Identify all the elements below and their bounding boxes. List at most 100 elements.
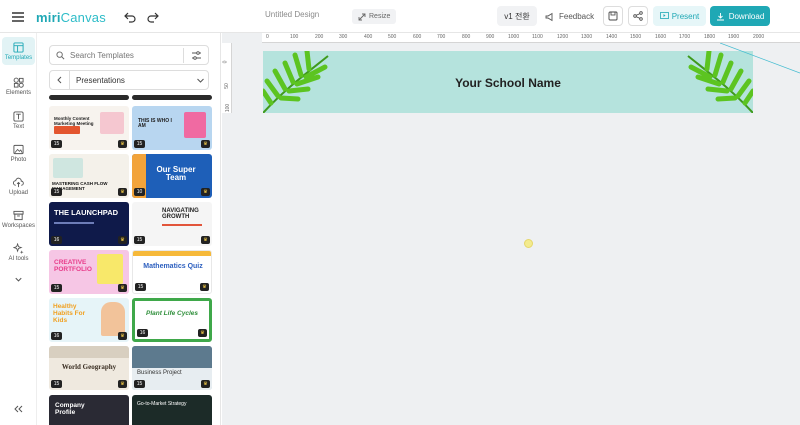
- page-count-badge: 16: [137, 329, 148, 337]
- search-box[interactable]: [49, 45, 209, 65]
- slide[interactable]: Your School Name: [263, 51, 753, 113]
- collapse-panel-icon[interactable]: [12, 402, 24, 414]
- ruler-label: 600: [413, 34, 422, 40]
- template-title: Healthy Habits For Kids: [53, 303, 86, 324]
- save-icon[interactable]: [603, 6, 623, 26]
- ruler-label: 2000: [753, 34, 765, 40]
- template-title: Company Profile: [55, 402, 85, 416]
- ruler-label: 1300: [581, 34, 593, 40]
- ruler-label: 1200: [557, 34, 569, 40]
- template-title: Mathematics Quiz: [143, 263, 203, 270]
- rail-item-label: Elements: [5, 89, 31, 96]
- filter-icon[interactable]: [191, 50, 202, 61]
- template-card-partial[interactable]: [49, 95, 129, 100]
- category-select[interactable]: Presentations: [49, 70, 209, 90]
- template-card[interactable]: Company Profile: [49, 395, 129, 425]
- ruler-label: 500: [388, 34, 397, 40]
- template-title: World Geography: [61, 363, 117, 371]
- template-panel: Presentations Monthly Content Marketing …: [37, 33, 221, 425]
- chevron-down-icon: [192, 76, 208, 85]
- menu-icon[interactable]: [9, 8, 27, 26]
- rail-item-label: Workspaces: [2, 222, 35, 229]
- crown-icon: ♛: [200, 283, 209, 291]
- rail-item-photo[interactable]: Photo: [2, 139, 35, 167]
- template-card[interactable]: Plant Life Cycles 16 ♛: [132, 298, 212, 342]
- canvas-area[interactable]: 0 100 200 300 400 500 600 700 800 900 10…: [222, 33, 800, 425]
- template-card[interactable]: CREATIVE PORTFOLIO 15 ♛: [49, 250, 129, 294]
- template-card[interactable]: Business Project 15 ♛: [132, 346, 212, 390]
- ruler-label: 1000: [508, 34, 520, 40]
- app-logo[interactable]: miri Canvas: [36, 7, 106, 27]
- template-title: Go-to-Market Strategy: [137, 401, 187, 407]
- search-icon: [56, 50, 65, 59]
- ruler-label: 200: [315, 34, 324, 40]
- page-count-badge: 15: [134, 236, 145, 244]
- template-card[interactable]: MASTERING CASH FLOW MANAGEMENT 15 ♛: [49, 154, 129, 198]
- rail-item-elements[interactable]: Elements: [2, 72, 35, 100]
- page-count-badge: 15: [134, 140, 145, 148]
- ruler-label: 100: [225, 103, 232, 113]
- crown-icon: ♛: [201, 380, 210, 388]
- search-input[interactable]: [70, 50, 190, 60]
- card-photo: [53, 158, 83, 178]
- crown-icon: ♛: [118, 140, 127, 148]
- template-card[interactable]: Our Super Team 10 ♛: [132, 154, 212, 198]
- selection-guide-line: [720, 43, 800, 74]
- ruler-label: 50: [223, 83, 230, 89]
- cloud-upload-icon: [13, 177, 24, 187]
- undo-icon[interactable]: [121, 8, 139, 26]
- rail-more-button[interactable]: [2, 265, 35, 293]
- template-title: THE LAUNCHPAD: [54, 208, 119, 217]
- template-card[interactable]: THE LAUNCHPAD 16 ♛: [49, 202, 129, 246]
- crown-icon: ♛: [118, 188, 127, 196]
- chevron-left-icon[interactable]: [50, 71, 70, 89]
- ruler-label: 1100: [532, 34, 543, 40]
- ruler-left: 0 50 100: [222, 43, 232, 113]
- rail-item-label: AI tools: [8, 255, 29, 262]
- redo-icon[interactable]: [144, 8, 162, 26]
- document-title[interactable]: Untitled Design: [265, 10, 319, 19]
- rail-item-upload[interactable]: Upload: [2, 172, 35, 200]
- present-button[interactable]: Present: [653, 6, 706, 26]
- template-card-partial[interactable]: [132, 95, 212, 100]
- card-photo: [132, 346, 212, 368]
- card-graphic: [133, 251, 211, 256]
- card-photo: [97, 254, 123, 284]
- rail-item-templates[interactable]: Templates: [2, 37, 35, 65]
- template-card[interactable]: World Geography 15 ♛: [49, 346, 129, 390]
- share-icon[interactable]: [628, 6, 648, 26]
- sparkle-icon: [13, 242, 24, 254]
- template-card[interactable]: Go-to-Market Strategy: [132, 395, 212, 425]
- template-title: Plant Life Cycles: [145, 310, 199, 317]
- rail-item-text[interactable]: Text: [2, 106, 35, 134]
- slide-title[interactable]: Your School Name: [263, 76, 753, 90]
- template-card[interactable]: Healthy Habits For Kids 16 ♛: [49, 298, 129, 342]
- ruler-label: 100: [290, 34, 299, 40]
- template-title: NAVIGATING GROWTH: [162, 208, 199, 221]
- category-label: Presentations: [76, 75, 125, 85]
- card-photo: [101, 302, 125, 336]
- chevron-down-icon: [15, 277, 22, 282]
- ruler-label: 1800: [704, 34, 716, 40]
- download-icon: [716, 12, 724, 20]
- top-bar: miri Canvas Untitled Design Resize v1 전환 …: [0, 0, 800, 33]
- shapes-icon: [13, 77, 24, 88]
- rail-item-ai-tools[interactable]: AI tools: [2, 238, 35, 266]
- ruler-label: 900: [486, 34, 495, 40]
- crown-icon: ♛: [118, 236, 127, 244]
- page-count-badge: 15: [51, 188, 62, 196]
- template-card[interactable]: Mathematics Quiz 15 ♛: [132, 250, 212, 294]
- feedback-button[interactable]: Feedback: [545, 9, 594, 24]
- version-button[interactable]: v1 전환: [497, 6, 537, 26]
- crown-icon: ♛: [201, 140, 210, 148]
- rail-item-label: Templates: [4, 54, 33, 61]
- template-card[interactable]: Monthly Content Marketing Meeting 15 ♛: [49, 106, 129, 150]
- template-card[interactable]: THIS IS WHO I AM 15 ♛: [132, 106, 212, 150]
- page-count-badge: 15: [134, 380, 145, 388]
- crown-icon: ♛: [118, 380, 127, 388]
- download-button[interactable]: Download: [710, 6, 770, 26]
- resize-button[interactable]: Resize: [352, 9, 397, 24]
- rail-item-workspaces[interactable]: Workspaces: [2, 205, 35, 233]
- rail-item-label: Photo: [10, 156, 27, 163]
- template-card[interactable]: NAVIGATING GROWTH 15 ♛: [132, 202, 212, 246]
